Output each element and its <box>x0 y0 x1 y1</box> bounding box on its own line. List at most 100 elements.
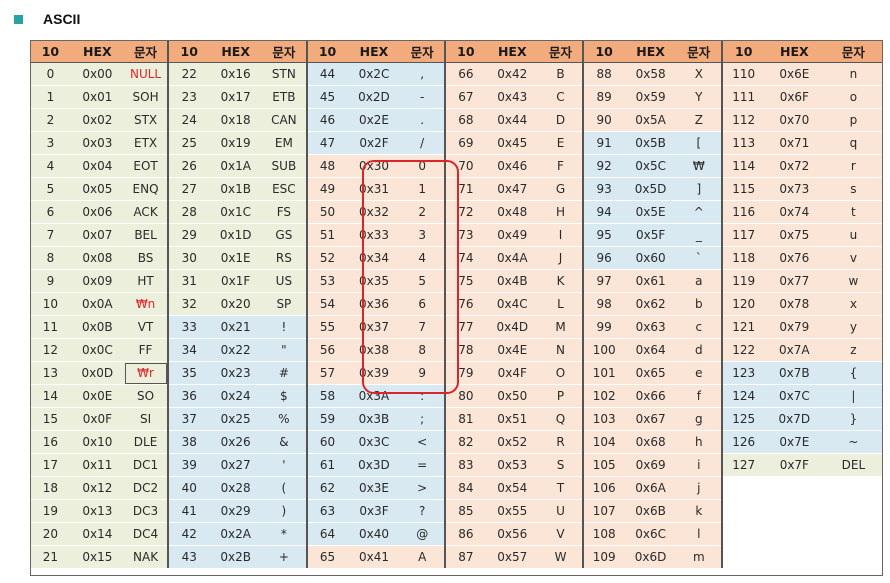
cell-hex: 0x68 <box>624 430 678 454</box>
cell-char: n <box>823 62 883 86</box>
cell-dec: 60 <box>305 430 348 454</box>
cell-char: ~ <box>823 430 883 454</box>
cell-dec: 100 <box>582 338 625 362</box>
cell-hex: 0x47 <box>485 177 539 201</box>
cell-hex: 0x7E <box>764 430 824 454</box>
cell-char: - <box>400 85 445 109</box>
empty-cell <box>764 545 824 568</box>
cell-hex: 0x06 <box>70 200 124 224</box>
table-row: 19 0x13 DC3 41 0x29) 63 0x3F? 85 0x55 U 107 0x6B k <box>30 499 883 523</box>
cell-char: US <box>262 269 307 293</box>
cell-char: NAK <box>123 545 169 568</box>
cell-char: h <box>677 430 722 454</box>
cell-hex: 0x19 <box>209 131 263 155</box>
table-row: 14 0x0E SO 36 0x24 $58 0x3A:80 0x50 P 102 0x66 f 124… <box>30 384 883 408</box>
cell-dec: 17 <box>30 453 71 477</box>
cell-char: 0 <box>400 154 445 178</box>
cell-dec: 107 <box>582 499 625 523</box>
cell-char: = <box>400 453 445 477</box>
cell-char: V <box>538 522 584 546</box>
cell-hex: 0x17 <box>209 85 263 109</box>
cell-dec: 49 <box>305 177 348 201</box>
cell-hex: 0x74 <box>764 200 824 224</box>
cell-char: s <box>823 177 883 201</box>
cell-dec: 121 <box>720 315 765 339</box>
cell-dec: 102 <box>582 384 625 408</box>
cell-hex: 0x36 <box>347 292 401 316</box>
cell-char: P <box>538 384 584 408</box>
cell-dec: 52 <box>305 246 348 270</box>
cell-hex: 0x5D <box>624 177 678 201</box>
cell-char: ETB <box>262 85 307 109</box>
cell-dec: 64 <box>305 522 348 546</box>
cell-char: f <box>677 384 722 408</box>
cell-dec: 101 <box>582 361 625 385</box>
cell-hex: 0x22 <box>209 338 263 362</box>
cell-char: ` <box>677 246 722 270</box>
cell-hex: 0x50 <box>485 384 539 408</box>
cell-hex: 0x61 <box>624 269 678 293</box>
cell-char: e <box>677 361 722 385</box>
cell-hex: 0x28 <box>209 476 263 500</box>
cell-dec: 46 <box>305 108 348 132</box>
cell-hex: 0x12 <box>70 476 124 500</box>
cell-char: GS <box>262 223 307 247</box>
header-dec: 10 <box>305 40 348 63</box>
cell-dec: 1 <box>30 85 71 109</box>
cell-hex: 0x0C <box>70 338 124 362</box>
cell-hex: 0x0E <box>70 384 124 408</box>
cell-char: q <box>823 131 883 155</box>
cell-char: F <box>538 154 584 178</box>
empty-cell <box>720 545 765 568</box>
cell-char: STX <box>123 108 169 132</box>
cell-dec: 67 <box>443 85 486 109</box>
empty-cell <box>720 499 765 523</box>
header-hex: HEX <box>209 40 263 63</box>
cell-dec: 97 <box>582 269 625 293</box>
square-bullet-icon <box>14 14 23 24</box>
cell-dec: 65 <box>305 545 348 568</box>
cell-dec: 84 <box>443 476 486 500</box>
cell-dec: 118 <box>720 246 765 270</box>
cell-char: ₩r <box>123 361 169 385</box>
header-char: 문자 <box>823 40 883 63</box>
cell-char: L <box>538 292 584 316</box>
cell-hex: 0x0D <box>70 361 124 385</box>
empty-cell <box>823 545 883 568</box>
cell-hex: 0x53 <box>485 453 539 477</box>
cell-dec: 105 <box>582 453 625 477</box>
cell-dec: 122 <box>720 338 765 362</box>
cell-dec: 48 <box>305 154 348 178</box>
cell-dec: 96 <box>582 246 625 270</box>
cell-hex: 0x4D <box>485 315 539 339</box>
table-header-row: 10 HEX 문자 10 HEX 문자 10 HEX 문자 10 HEX 문자 10 HEX 문자 10 HEX… <box>30 40 883 63</box>
cell-hex: 0x1E <box>209 246 263 270</box>
cell-dec: 90 <box>582 108 625 132</box>
cell-dec: 126 <box>720 430 765 454</box>
cell-hex: 0x0B <box>70 315 124 339</box>
cell-hex: 0x43 <box>485 85 539 109</box>
cell-dec: 61 <box>305 453 348 477</box>
cell-dec: 115 <box>720 177 765 201</box>
cell-dec: 112 <box>720 108 765 132</box>
cell-dec: 37 <box>167 407 210 431</box>
cell-dec: 12 <box>30 338 71 362</box>
cell-hex: 0x31 <box>347 177 401 201</box>
cell-hex: 0x1C <box>209 200 263 224</box>
cell-char: " <box>262 338 307 362</box>
cell-dec: 23 <box>167 85 210 109</box>
cell-char: _ <box>677 223 722 247</box>
cell-hex: 0x77 <box>764 269 824 293</box>
cell-char: FF <box>123 338 169 362</box>
cell-hex: 0x05 <box>70 177 124 201</box>
cell-dec: 110 <box>720 62 765 86</box>
cell-dec: 78 <box>443 338 486 362</box>
cell-char: 5 <box>400 269 445 293</box>
cell-hex: 0x2F <box>347 131 401 155</box>
table-row: 10 0x0A ₩n 32 0x20 SP 54 0x36 6 76 0x4C L 98 0x62 b 120… <box>30 292 883 316</box>
cell-char: M <box>538 315 584 339</box>
cell-char: z <box>823 338 883 362</box>
cell-char: H <box>538 200 584 224</box>
cell-dec: 2 <box>30 108 71 132</box>
cell-hex: 0x4A <box>485 246 539 270</box>
